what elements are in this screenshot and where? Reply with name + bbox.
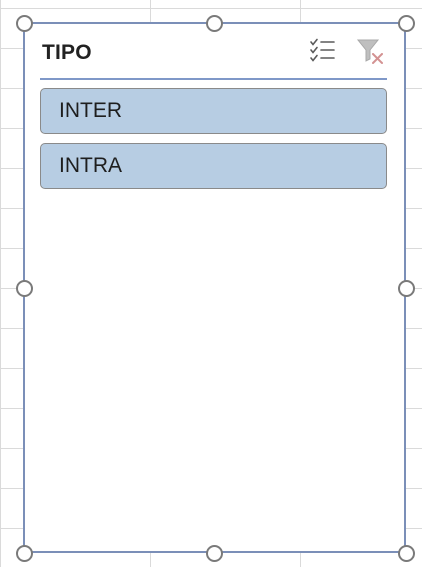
resize-handle-top-left[interactable] <box>16 15 33 32</box>
resize-handle-middle-left[interactable] <box>16 280 33 297</box>
resize-handle-middle-right[interactable] <box>398 280 415 297</box>
resize-handle-top-right[interactable] <box>398 15 415 32</box>
clear-filter-icon[interactable] <box>353 34 387 68</box>
resize-handle-bottom-left[interactable] <box>16 545 33 562</box>
slicer-header: TIPO <box>40 24 387 80</box>
resize-handle-top-center[interactable] <box>206 15 223 32</box>
slicer-item-inter[interactable]: INTER <box>40 88 387 134</box>
slicer-panel[interactable]: TIPO INTER INTRA <box>23 22 406 553</box>
resize-handle-bottom-right[interactable] <box>398 545 415 562</box>
slicer-item-intra[interactable]: INTRA <box>40 143 387 189</box>
slicer-items: INTER INTRA <box>40 88 387 198</box>
slicer-item-label: INTER <box>59 99 122 122</box>
resize-handle-bottom-center[interactable] <box>206 545 223 562</box>
slicer-item-label: INTRA <box>59 154 122 177</box>
multi-select-icon[interactable] <box>305 34 339 68</box>
slicer-title: TIPO <box>42 41 92 64</box>
